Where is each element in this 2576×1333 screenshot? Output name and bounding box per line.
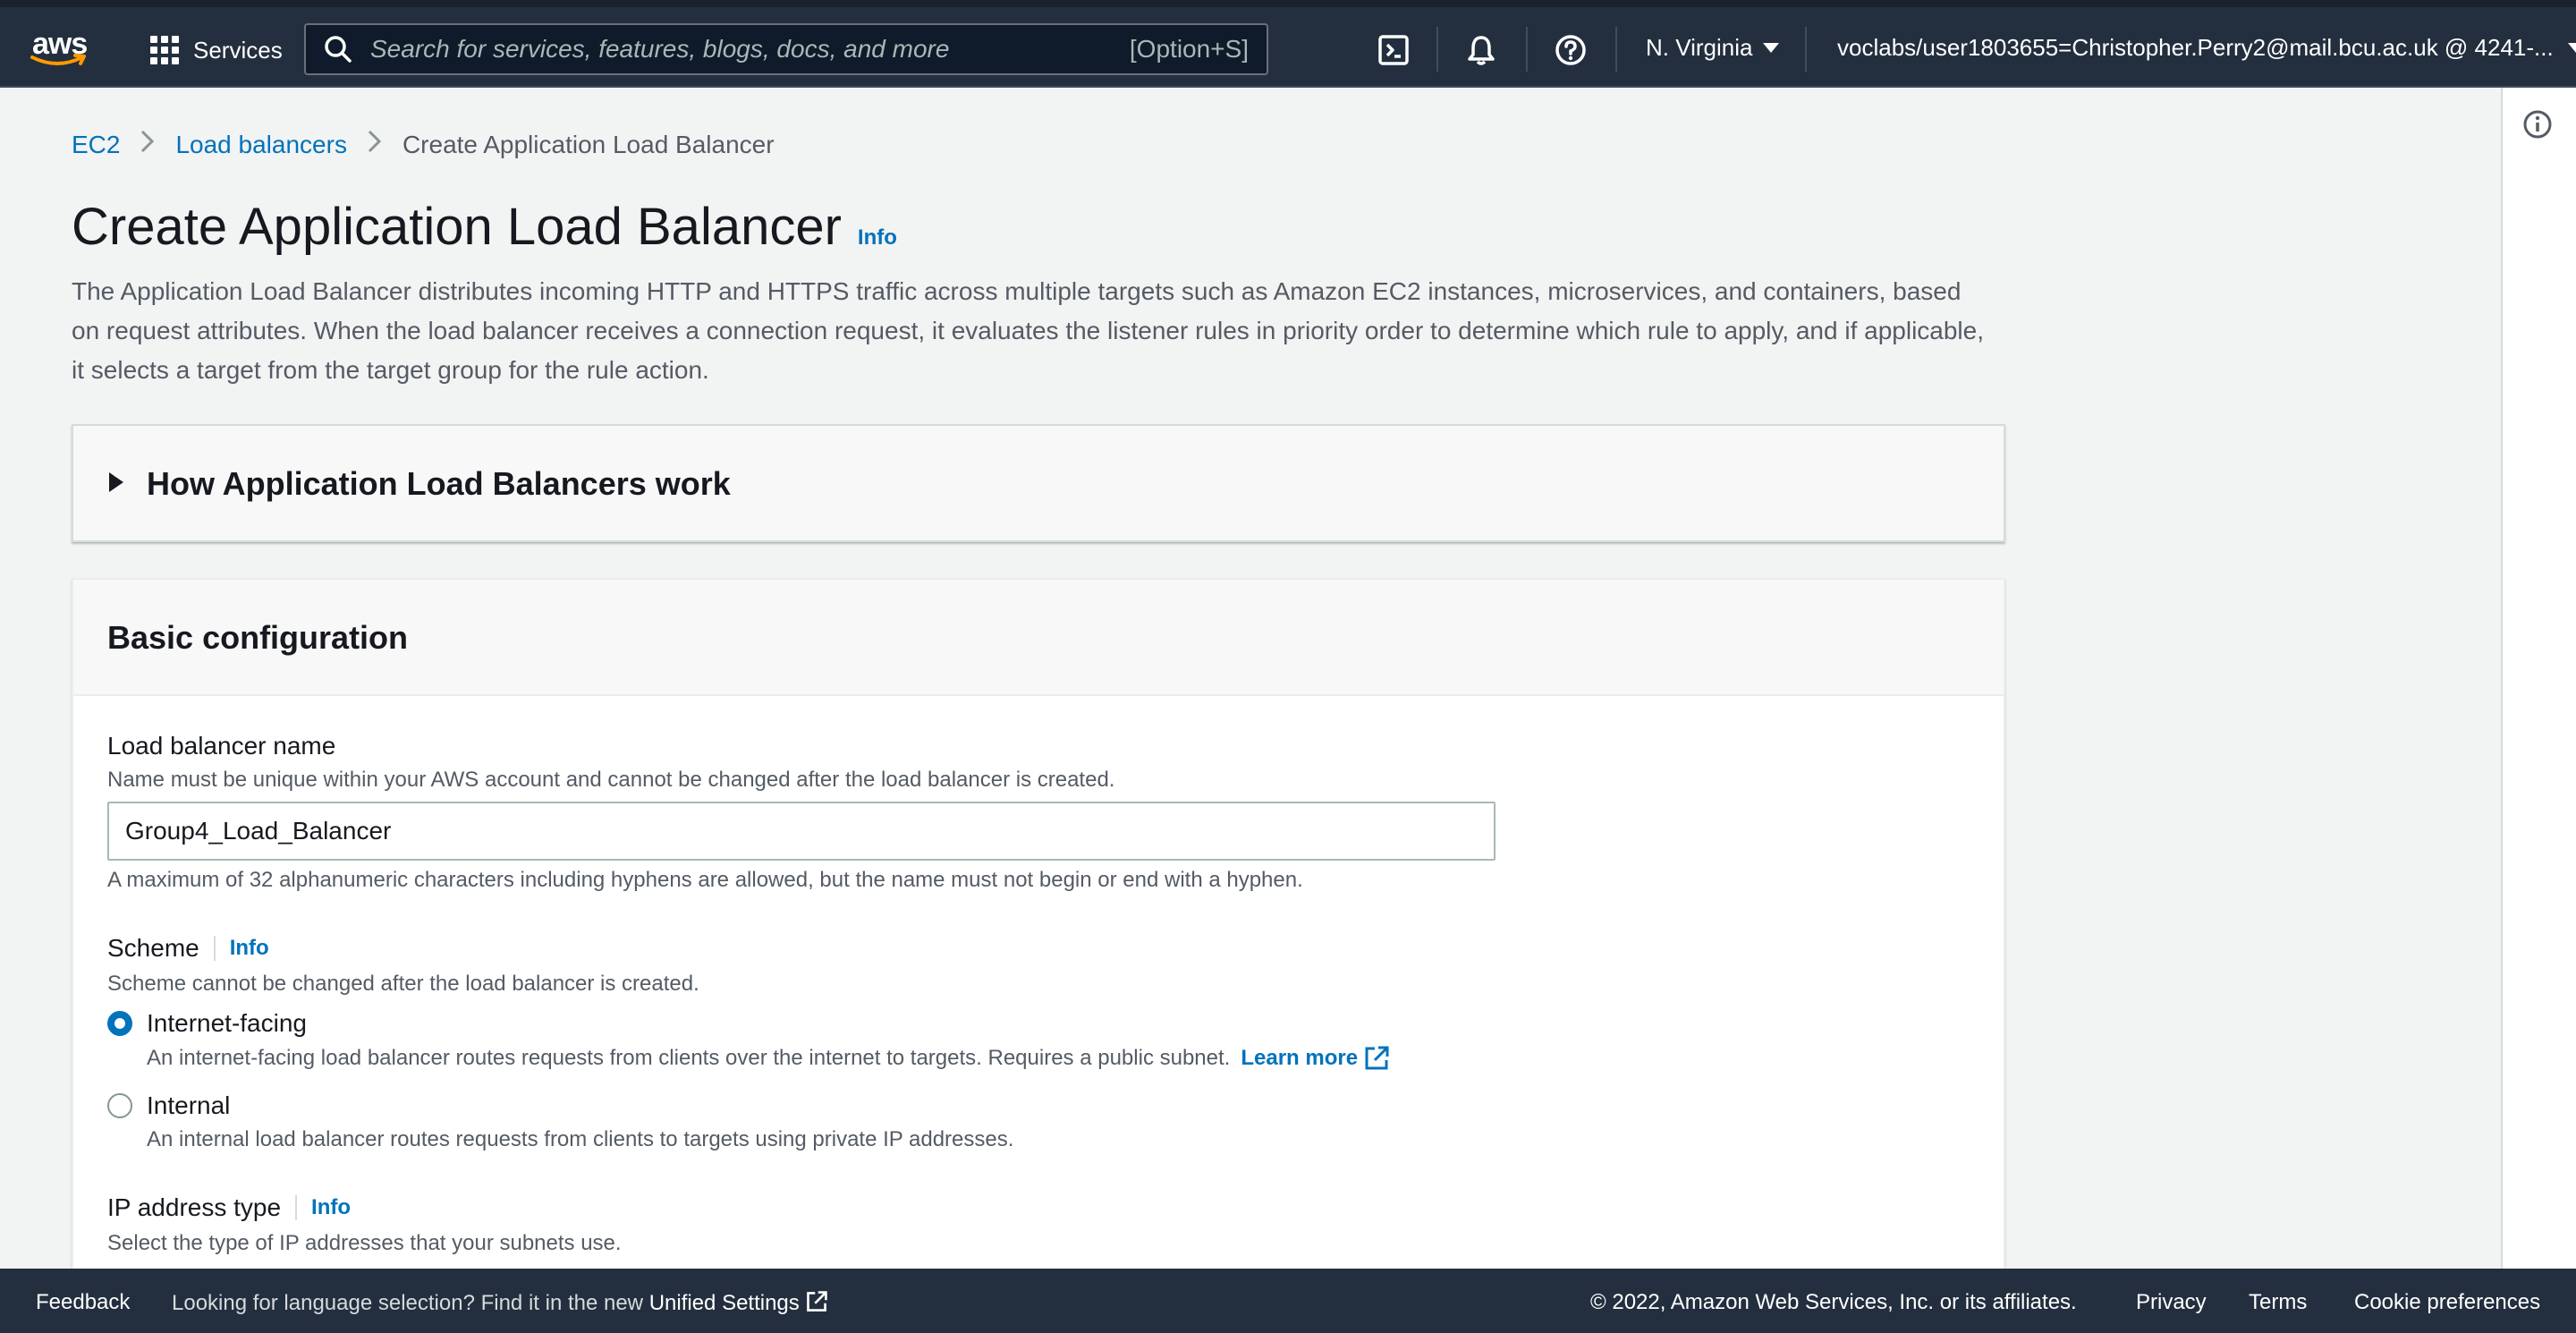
expander-label: How Application Load Balancers work	[147, 465, 731, 502]
page-description: The Application Load Balancer distribute…	[72, 277, 1985, 384]
top-navigation: aws Services [Option+S]	[0, 0, 2576, 88]
cookie-preferences-link[interactable]: Cookie preferences	[2354, 1290, 2540, 1315]
utility-rail	[2501, 88, 2576, 1269]
footer: Feedback Looking for language selection?…	[0, 1269, 2576, 1333]
ip-type-label: IP address type Info	[107, 1193, 351, 1222]
region-label: N. Virginia	[1646, 34, 1753, 61]
lb-name-label: Load balancer name	[107, 732, 335, 760]
search-input[interactable]	[370, 35, 1121, 64]
services-menu-button[interactable]: Services	[150, 34, 283, 66]
apps-grid-icon	[150, 36, 179, 64]
account-label: voclabs/user1803655=Christopher.Perry2@m…	[1837, 34, 2554, 61]
notifications-button[interactable]	[1465, 34, 1497, 66]
scheme-option-internal[interactable]: Internal	[107, 1091, 230, 1120]
radio-internal[interactable]	[107, 1093, 132, 1118]
cloudshell-button[interactable]	[1377, 34, 1410, 66]
lb-name-description: Name must be unique within your AWS acco…	[107, 768, 1115, 792]
privacy-link[interactable]: Privacy	[2136, 1290, 2207, 1315]
internal-description-text: An internal load balancer routes request…	[147, 1127, 1014, 1151]
nav-divider	[1526, 27, 1528, 72]
internet-facing-description-text: An internet-facing load balancer routes …	[147, 1046, 1231, 1070]
ip-type-description: Select the type of IP addresses that you…	[107, 1231, 622, 1255]
lb-name-label-text: Load balancer name	[107, 732, 336, 760]
unified-settings-link[interactable]: Unified Settings	[649, 1291, 800, 1315]
nav-divider	[1436, 27, 1438, 72]
language-notice: Looking for language selection? Find it …	[172, 1290, 828, 1316]
breadcrumb-ec2[interactable]: EC2	[72, 131, 120, 159]
scheme-option-internet-facing[interactable]: Internet-facing	[107, 1009, 307, 1038]
breadcrumb-load-balancers[interactable]: Load balancers	[175, 131, 346, 159]
how-it-works-expander[interactable]: How Application Load Balancers work	[72, 424, 2005, 542]
page-header: Create Application Load Balancer Info	[72, 197, 897, 257]
top-strip	[0, 0, 2576, 7]
aws-logo[interactable]: aws	[29, 27, 91, 68]
ip-type-info-link[interactable]: Info	[311, 1195, 351, 1220]
lb-name-input[interactable]	[107, 802, 1496, 861]
scheme-info-link[interactable]: Info	[230, 936, 269, 961]
scheme-label: Scheme Info	[107, 934, 269, 963]
label-divider	[295, 1195, 298, 1220]
caret-down-icon	[2567, 43, 2576, 53]
external-link-icon[interactable]	[1363, 1045, 1390, 1072]
language-notice-text: Looking for language selection? Find it …	[172, 1291, 644, 1315]
terms-link[interactable]: Terms	[2249, 1290, 2307, 1315]
breadcrumb: EC2 Load balancers Create Application Lo…	[72, 129, 775, 161]
internet-facing-description: An internet-facing load balancer routes …	[147, 1045, 1390, 1072]
chevron-right-icon	[140, 129, 156, 161]
caret-down-icon	[1763, 43, 1780, 53]
search-icon	[325, 36, 352, 63]
info-circle-icon[interactable]	[2522, 109, 2553, 140]
copyright: © 2022, Amazon Web Services, Inc. or its…	[1590, 1290, 2077, 1314]
aws-smile-icon	[30, 54, 86, 65]
ip-type-label-text: IP address type	[107, 1193, 282, 1221]
search-shortcut: [Option+S]	[1129, 35, 1249, 63]
panel-title: Basic configuration	[107, 619, 409, 656]
label-divider	[213, 936, 216, 961]
account-menu[interactable]: voclabs/user1803655=Christopher.Perry2@m…	[1837, 34, 2576, 62]
scheme-description: Scheme cannot be changed after the load …	[107, 972, 699, 996]
radio-label-internal: Internal	[147, 1091, 231, 1119]
services-label: Services	[193, 36, 283, 64]
panel-header: Basic configuration	[73, 580, 2004, 696]
learn-more-link[interactable]: Learn more	[1241, 1046, 1358, 1071]
basic-configuration-panel: Basic configuration Load balancer name N…	[72, 578, 2005, 1276]
feedback-link[interactable]: Feedback	[36, 1290, 130, 1315]
bell-icon	[1468, 36, 1495, 65]
region-selector[interactable]: N. Virginia	[1646, 34, 1780, 62]
help-button[interactable]	[1555, 34, 1587, 66]
caret-right-icon	[109, 472, 123, 492]
internal-description: An internal load balancer routes request…	[147, 1127, 1013, 1152]
help-icon	[1555, 35, 1586, 65]
breadcrumb-current: Create Application Load Balancer	[402, 131, 775, 158]
page-title: Create Application Load Balancer	[72, 198, 842, 256]
title-info-link[interactable]: Info	[858, 225, 897, 250]
radio-internet-facing[interactable]	[107, 1011, 132, 1036]
external-link-icon[interactable]	[805, 1290, 828, 1313]
cloudshell-icon	[1378, 35, 1409, 65]
radio-label-internet-facing: Internet-facing	[147, 1009, 307, 1037]
chevron-right-icon	[367, 129, 383, 161]
nav-divider	[1615, 27, 1617, 72]
scheme-label-text: Scheme	[107, 934, 199, 962]
lb-name-constraint: A maximum of 32 alphanumeric characters …	[107, 868, 1303, 892]
nav-divider	[1805, 27, 1807, 72]
global-search[interactable]: [Option+S]	[304, 23, 1268, 75]
